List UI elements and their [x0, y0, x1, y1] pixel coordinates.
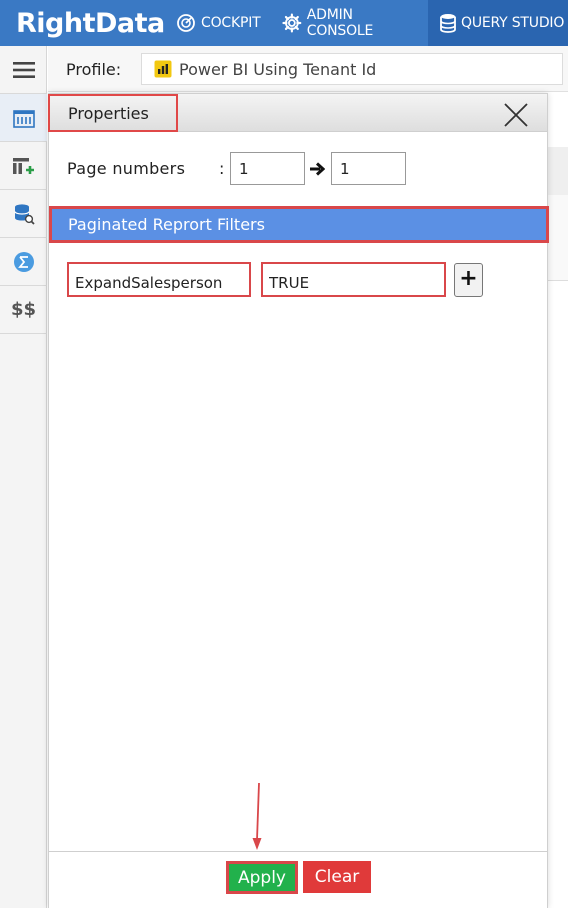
apply-button[interactable]: Apply	[226, 861, 298, 894]
nav-query-studio[interactable]: QUERY STUDIO	[428, 0, 568, 46]
annotation-arrow-icon	[252, 782, 262, 850]
page-numbers-label: Page numbers	[67, 159, 186, 178]
sigma-icon	[13, 251, 34, 272]
arrow-right-icon	[310, 162, 325, 176]
background-panel	[548, 195, 568, 281]
nav-admin-console-label: ADMIN CONSOLE	[306, 7, 374, 39]
profile-label: Profile:	[66, 60, 122, 79]
nav-query-studio-label: QUERY STUDIO	[461, 15, 565, 31]
properties-modal: Properties Page numbers : Paginated Repr…	[48, 93, 549, 908]
filter-name-input[interactable]	[67, 262, 251, 297]
profile-select[interactable]: Power BI Using Tenant Id	[141, 53, 563, 85]
rail-sigma-button[interactable]	[0, 238, 47, 286]
database-icon	[440, 14, 456, 33]
add-filter-button[interactable]: +	[454, 263, 483, 297]
nav-admin-console[interactable]: ADMIN CONSOLE	[282, 0, 422, 46]
gear-icon	[282, 13, 302, 33]
rail-database-search-button[interactable]	[0, 190, 47, 238]
close-icon	[504, 103, 528, 127]
rail-menu-button[interactable]	[0, 46, 47, 94]
dollar-icon: $$	[10, 299, 37, 320]
rail-dollar-button[interactable]: $$	[0, 286, 47, 334]
clear-button[interactable]: Clear	[303, 861, 371, 893]
left-icon-rail: $$	[0, 46, 47, 908]
profile-select-value: Power BI Using Tenant Id	[179, 59, 377, 79]
rightdata-logo[interactable]: RightData	[16, 4, 165, 42]
profile-bar: Profile: Power BI Using Tenant Id	[48, 46, 568, 92]
rail-add-table-button[interactable]	[0, 142, 47, 190]
paginated-report-filters-header: Paginated Reprort Filters	[49, 206, 549, 243]
database-search-icon	[13, 203, 35, 225]
filter-value-input[interactable]	[261, 262, 446, 297]
logo-text: RightData	[16, 7, 165, 39]
page-numbers-colon: :	[219, 159, 225, 178]
modal-title: Properties	[48, 94, 178, 132]
background-row	[548, 147, 568, 195]
rail-catalog-button[interactable]	[0, 94, 47, 142]
cockpit-icon	[177, 14, 195, 32]
modal-header: Properties	[48, 94, 547, 132]
top-navigation-bar: RightData COCKPIT ADMIN CONSOLE QUERY ST…	[0, 0, 568, 46]
nav-cockpit-label: COCKPIT	[201, 15, 261, 31]
power-bi-icon	[154, 60, 172, 78]
close-button[interactable]	[503, 102, 529, 128]
nav-cockpit[interactable]: COCKPIT	[176, 0, 276, 46]
menu-icon	[12, 61, 35, 78]
add-table-icon	[12, 157, 34, 174]
page-to-input[interactable]	[331, 152, 406, 185]
modal-footer: Apply Clear	[49, 851, 547, 908]
catalog-icon	[12, 109, 35, 128]
page-from-input[interactable]	[230, 152, 305, 185]
